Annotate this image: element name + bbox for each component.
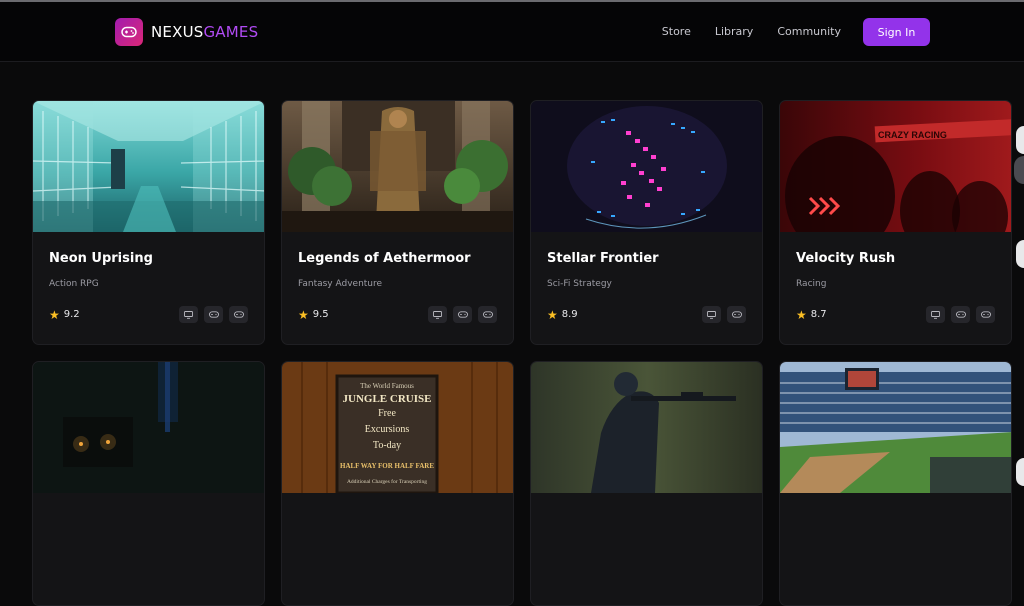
game-rating: ★ 8.7: [796, 308, 827, 322]
sign-line: Free: [378, 408, 396, 419]
gamepad-icon[interactable]: [229, 306, 248, 323]
rating-value: 9.2: [63, 309, 80, 320]
sign-in-button[interactable]: Sign In: [863, 18, 930, 46]
site-header: NEXUSGAMES Store Library Community Sign …: [0, 2, 1024, 62]
rating-value: 8.7: [810, 309, 827, 320]
game-card-stellar-frontier[interactable]: Stellar Frontier Sci-Fi Strategy ★ 8.9: [530, 100, 763, 345]
gamepad-icon[interactable]: [453, 306, 472, 323]
brand-name: NEXUSGAMES: [151, 23, 258, 41]
gamepad-icon[interactable]: [478, 306, 497, 323]
gamepad-icon[interactable]: [204, 306, 223, 323]
game-thumbnail[interactable]: The World Famous JUNGLE CRUISE Free Excu…: [282, 362, 513, 493]
game-title[interactable]: Neon Uprising: [49, 251, 248, 269]
star-icon: ★: [547, 307, 558, 322]
rating-value: 9.5: [312, 309, 329, 320]
gamepad-logo-icon: [115, 18, 143, 46]
carousel-next-handle[interactable]: [1016, 458, 1024, 486]
game-genre: Racing: [796, 279, 827, 289]
desktop-icon[interactable]: [702, 306, 721, 323]
star-icon: ★: [49, 307, 60, 322]
platform-list: [920, 306, 995, 323]
platform-list: [173, 306, 248, 323]
game-title[interactable]: Velocity Rush: [796, 251, 995, 269]
desktop-icon[interactable]: [926, 306, 945, 323]
gamepad-icon[interactable]: [976, 306, 995, 323]
crazy-racing-banner: CRAZY RACING: [878, 130, 947, 140]
game-thumbnail[interactable]: [780, 362, 1011, 493]
nav-community[interactable]: Community: [777, 18, 841, 46]
star-icon: ★: [796, 307, 807, 322]
game-genre: Action RPG: [49, 279, 99, 289]
desktop-icon[interactable]: [179, 306, 198, 323]
game-card-neon-uprising[interactable]: Neon Uprising Action RPG ★ 9.2: [32, 100, 265, 345]
rating-value: 8.9: [561, 309, 578, 320]
game-thumbnail[interactable]: [282, 101, 513, 232]
platform-list: [422, 306, 497, 323]
nav-library[interactable]: Library: [715, 18, 753, 46]
game-thumbnail[interactable]: CRAZY RACING: [780, 101, 1011, 232]
game-genre: Fantasy Adventure: [298, 279, 383, 289]
carousel-next-handle[interactable]: [1016, 126, 1024, 154]
game-card-row2-3[interactable]: [530, 361, 763, 606]
gamepad-icon[interactable]: [727, 306, 746, 323]
sign-line: To-day: [373, 440, 401, 451]
game-grid: Neon Uprising Action RPG ★ 9.2 Legends o…: [32, 100, 1013, 606]
main-nav: Store Library Community Sign In: [662, 18, 930, 46]
sign-line: HALF WAY FOR HALF FARE: [340, 462, 434, 470]
game-thumbnail[interactable]: [531, 362, 762, 493]
game-thumbnail[interactable]: [33, 101, 264, 232]
game-card-row2-1[interactable]: [32, 361, 265, 606]
carousel-next-handle[interactable]: [1014, 156, 1024, 184]
game-card-velocity-rush[interactable]: CRAZY RACING Velocity Rush Racing ★ 8.7: [779, 100, 1012, 345]
platform-list: [696, 306, 746, 323]
game-rating: ★ 9.2: [49, 308, 80, 322]
gamepad-icon[interactable]: [951, 306, 970, 323]
game-rating: ★ 8.9: [547, 308, 578, 322]
game-genre: Sci-Fi Strategy: [547, 279, 612, 289]
game-rating: ★ 9.5: [298, 308, 329, 322]
game-card-row2-2[interactable]: The World Famous JUNGLE CRUISE Free Excu…: [281, 361, 514, 606]
sign-line: Additional Charges for Transporting: [347, 478, 427, 485]
brand-name-part1: NEXUS: [151, 23, 204, 41]
game-title[interactable]: Stellar Frontier: [547, 251, 746, 269]
game-card-row2-4[interactable]: [779, 361, 1012, 606]
game-thumbnail[interactable]: [531, 101, 762, 232]
brand-name-part2: GAMES: [203, 23, 259, 41]
star-icon: ★: [298, 307, 309, 322]
nav-store[interactable]: Store: [662, 18, 691, 46]
logo[interactable]: NEXUSGAMES: [115, 18, 258, 46]
sign-line: The World Famous: [360, 382, 414, 390]
game-title[interactable]: Legends of Aethermoor: [298, 251, 497, 269]
game-card-legends-of-aethermoor[interactable]: Legends of Aethermoor Fantasy Adventure …: [281, 100, 514, 345]
sign-line: Excursions: [365, 424, 410, 435]
carousel-next-handle[interactable]: [1016, 240, 1024, 268]
sign-line: JUNGLE CRUISE: [343, 393, 432, 405]
desktop-icon[interactable]: [428, 306, 447, 323]
game-thumbnail[interactable]: [33, 362, 264, 493]
